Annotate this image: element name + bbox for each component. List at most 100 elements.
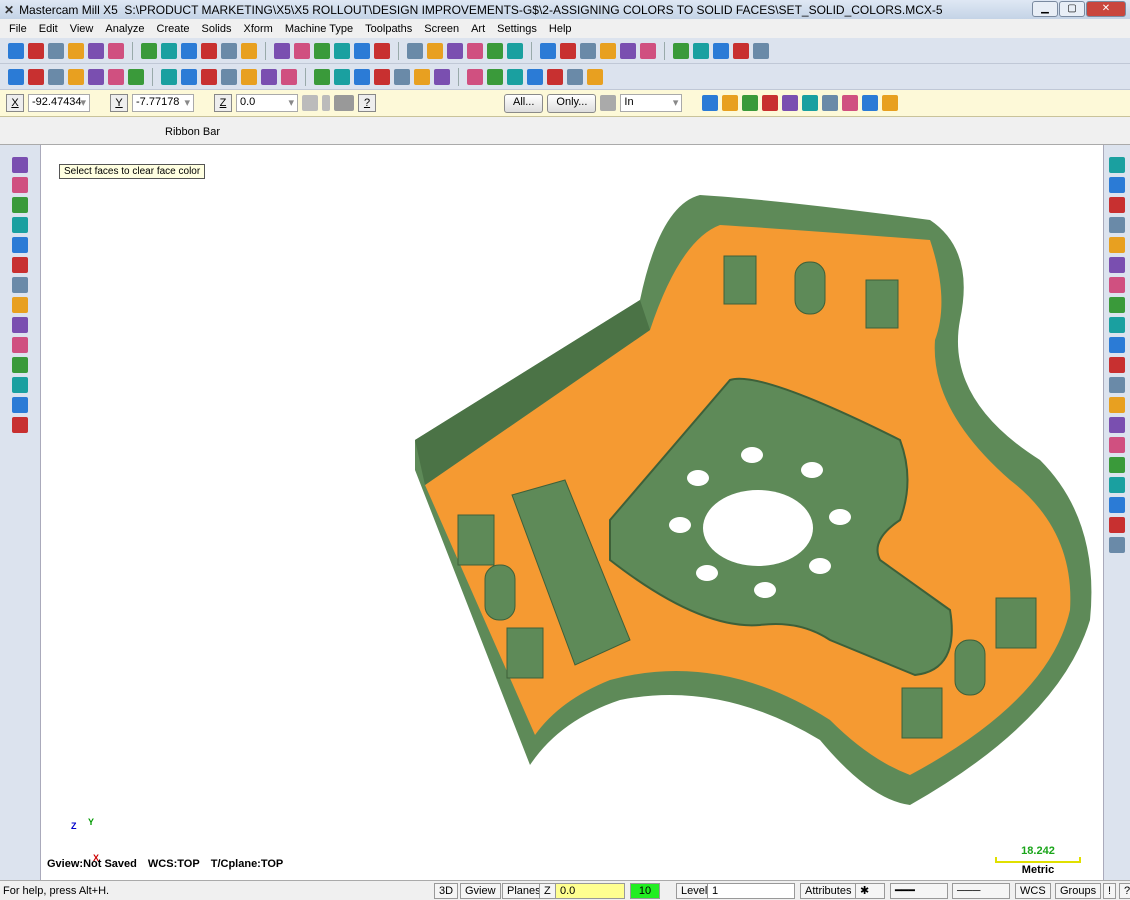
save-icon[interactable] [48, 42, 64, 59]
pen-icon[interactable] [600, 42, 616, 59]
y-label[interactable]: Y [110, 94, 128, 112]
point-style-select[interactable]: ✱ [855, 883, 885, 899]
line-style-select[interactable]: ━━━ [890, 883, 948, 899]
selection-gear-icon[interactable] [600, 95, 617, 111]
globe-icon[interactable] [1109, 257, 1125, 273]
trim-icon[interactable] [12, 297, 28, 313]
brush-icon[interactable] [527, 68, 543, 85]
pen2-icon[interactable] [620, 42, 636, 59]
tool-icon[interactable] [587, 68, 603, 85]
menu-toolpaths[interactable]: Toolpaths [359, 23, 418, 35]
print-preview-icon[interactable] [88, 42, 104, 59]
xform4-icon[interactable] [261, 68, 277, 85]
palette-icon[interactable] [1109, 517, 1125, 533]
xform2-icon[interactable] [221, 68, 237, 85]
verify-icon[interactable] [822, 95, 839, 111]
fillet-icon[interactable] [12, 237, 28, 253]
face-select-icon[interactable] [762, 95, 779, 111]
select3-icon[interactable] [1109, 197, 1125, 213]
draft-icon[interactable] [12, 357, 28, 373]
x-coordinate-input[interactable]: -92.47434 [28, 94, 90, 112]
xform6-icon[interactable] [314, 68, 330, 85]
cube-iso-icon[interactable] [407, 42, 423, 59]
cube-icon[interactable] [1109, 397, 1125, 413]
warning-icon[interactable] [322, 95, 330, 111]
gear-icon[interactable] [547, 68, 563, 85]
select-window-icon[interactable] [722, 95, 739, 111]
view2-icon[interactable] [354, 42, 370, 59]
point-icon[interactable] [8, 68, 24, 85]
menu-create[interactable]: Create [151, 23, 196, 35]
boolean-add-icon[interactable] [12, 317, 28, 333]
cancel-icon[interactable] [842, 95, 859, 111]
list-icon[interactable] [487, 68, 503, 85]
undo-icon[interactable] [141, 42, 157, 59]
solid-select-icon[interactable] [742, 95, 759, 111]
tool4-icon[interactable] [753, 42, 769, 59]
analyze-icon[interactable] [673, 42, 689, 59]
cube-side-icon[interactable] [467, 42, 483, 59]
help-button[interactable]: ? [358, 94, 376, 112]
grid-icon[interactable] [1109, 377, 1125, 393]
measure-icon[interactable] [414, 68, 430, 85]
chain-icon[interactable] [108, 68, 124, 85]
select-icon[interactable] [1109, 157, 1125, 173]
unzoom-icon[interactable] [294, 42, 310, 59]
color3-icon[interactable] [1109, 497, 1125, 513]
arrow-icon[interactable] [1109, 537, 1125, 553]
menu-settings[interactable]: Settings [491, 23, 543, 35]
wireframe-icon[interactable] [1109, 277, 1125, 293]
menu-xform[interactable]: Xform [238, 23, 279, 35]
gview-button[interactable]: Gview [460, 883, 501, 899]
loft-icon[interactable] [12, 217, 28, 233]
plus-icon[interactable] [1109, 297, 1125, 313]
line-width-select[interactable]: ─── [952, 883, 1010, 899]
solid-icon[interactable] [487, 42, 503, 59]
revolve-icon[interactable] [12, 177, 28, 193]
undo-icon[interactable] [1109, 357, 1125, 373]
info-button[interactable]: ! [1103, 883, 1117, 899]
level-input[interactable]: 1 [707, 883, 795, 899]
3d-button[interactable]: 3D [434, 883, 459, 899]
fast-point-icon[interactable] [302, 95, 318, 111]
attributes-button[interactable]: Attributes [800, 883, 857, 899]
cube-front-icon[interactable] [447, 42, 463, 59]
z-coordinate-input[interactable]: 0.0 [236, 94, 298, 112]
help-button-status[interactable]: ? [1119, 883, 1130, 899]
print-icon[interactable] [68, 42, 84, 59]
xform1-icon[interactable] [201, 68, 217, 85]
rectangle-icon[interactable] [68, 68, 84, 85]
grid-color-icon[interactable] [1109, 217, 1125, 233]
select2-icon[interactable] [1109, 177, 1125, 193]
shade-icon[interactable] [560, 42, 576, 59]
body-select-icon[interactable] [782, 95, 799, 111]
analyze-dist-icon[interactable] [434, 68, 450, 85]
surface-icon[interactable] [507, 68, 523, 85]
menu-analyze[interactable]: Analyze [99, 23, 150, 35]
view-icon[interactable] [334, 42, 350, 59]
grid-icon[interactable] [374, 68, 390, 85]
view3-icon[interactable] [374, 42, 390, 59]
faces-icon[interactable] [1109, 237, 1125, 253]
edge-select-icon[interactable] [802, 95, 819, 111]
chamfer-icon[interactable] [12, 257, 28, 273]
manager-icon[interactable] [12, 397, 28, 413]
settings-icon[interactable] [567, 68, 583, 85]
groups-button[interactable]: Groups [1055, 883, 1102, 899]
trim-icon[interactable] [161, 68, 177, 85]
pan-icon[interactable] [181, 42, 197, 59]
zoom-out-icon[interactable] [314, 42, 330, 59]
menu-file[interactable]: File [3, 23, 33, 35]
table-icon[interactable] [467, 68, 483, 85]
layout-icon[interactable] [12, 377, 28, 393]
only-button[interactable]: Only... [547, 93, 597, 113]
menu-art[interactable]: Art [465, 23, 491, 35]
open-icon[interactable] [28, 42, 44, 59]
chain-settings-icon[interactable] [334, 95, 354, 111]
maximize-button[interactable]: ▢ [1059, 1, 1085, 17]
zoom-window-icon[interactable] [221, 42, 237, 59]
selection-mode-select[interactable]: In [620, 94, 683, 112]
sphere-icon[interactable] [507, 42, 523, 59]
color2-icon[interactable] [1109, 477, 1125, 493]
cancel-icon[interactable] [1109, 437, 1125, 453]
